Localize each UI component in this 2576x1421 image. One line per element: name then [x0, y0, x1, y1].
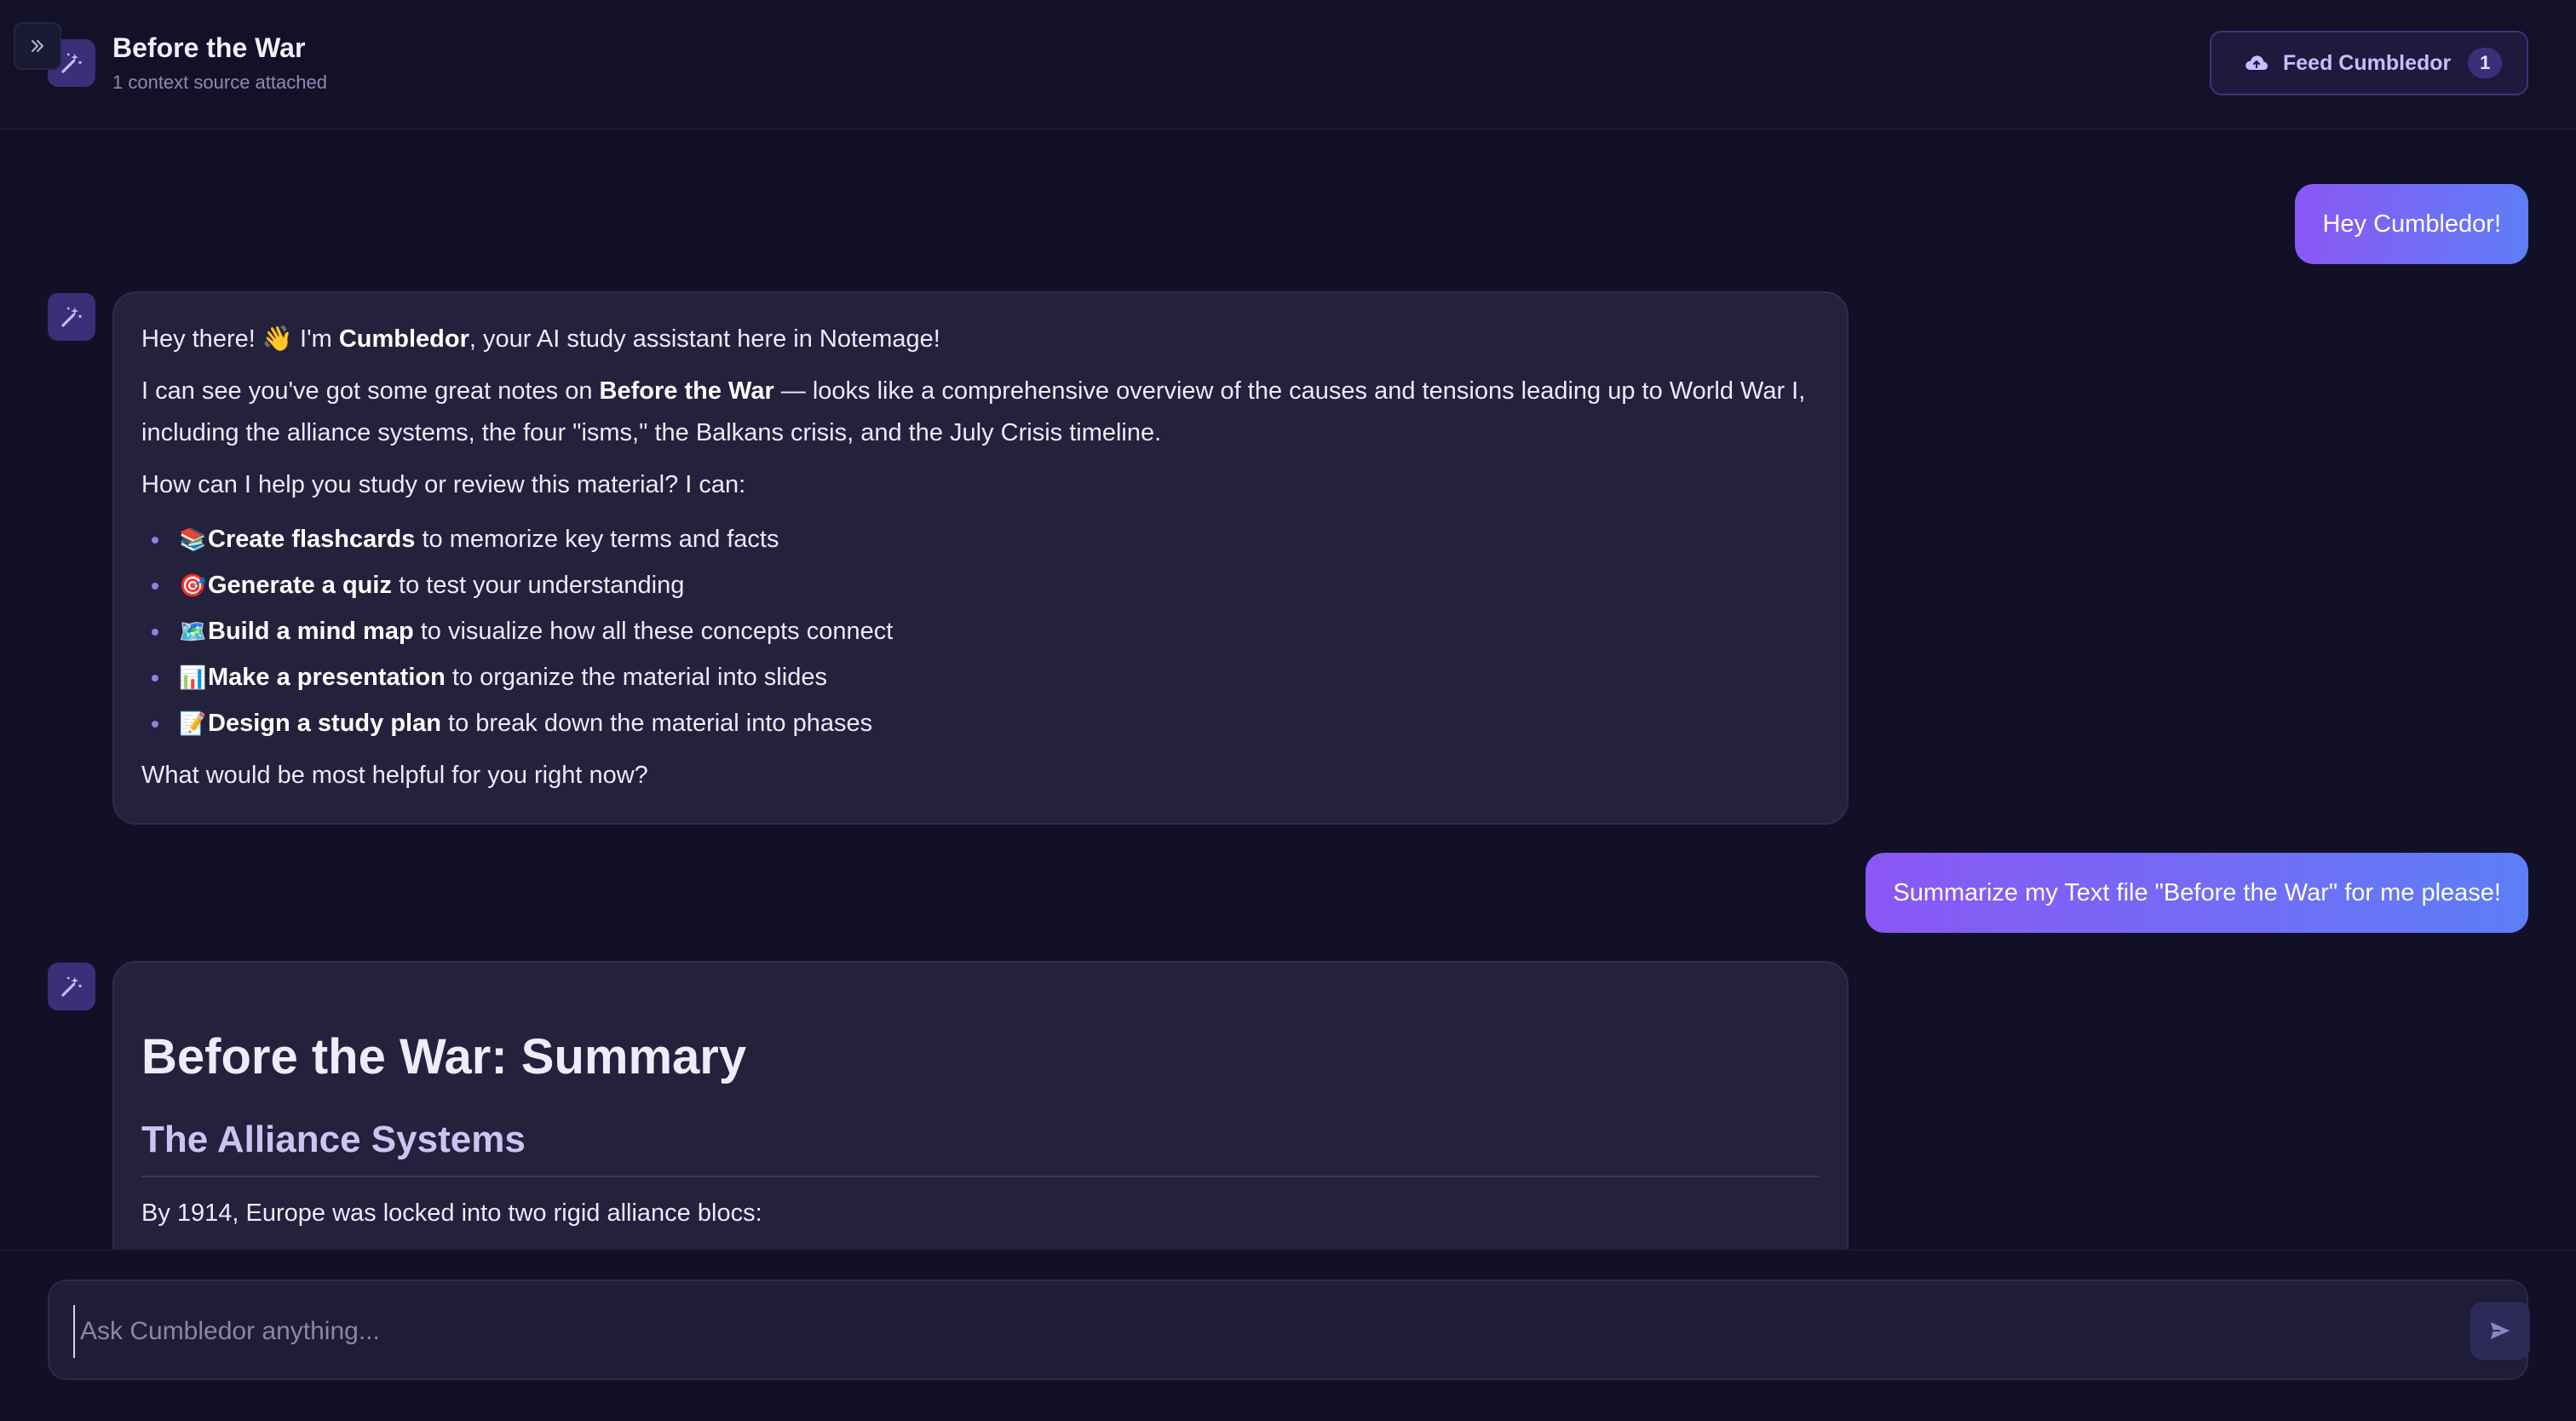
user-message: Summarize my Text file "Before the War" …: [1866, 853, 2528, 933]
list-item: 📝Design a study plan to break down the m…: [141, 700, 1820, 746]
send-button[interactable]: [2470, 1302, 2530, 1360]
closing-text: What would be most helpful for you right…: [141, 762, 648, 789]
double-chevron-right-icon: [32, 40, 43, 52]
magic-wand-icon: [61, 53, 82, 73]
send-icon: [2490, 1322, 2510, 1339]
feed-cumbledor-button[interactable]: Feed Cumbledor 1: [2210, 31, 2528, 95]
map-emoji: 🗺️: [179, 618, 207, 644]
page-title: Before the War: [112, 32, 306, 63]
message-input[interactable]: [73, 1305, 2441, 1358]
list-item: 📊Make a presentation to organize the mat…: [141, 654, 1820, 700]
message-composer: [48, 1280, 2530, 1380]
list-item: 🎯Generate a quiz to test your understand…: [141, 562, 1820, 608]
chat-thread[interactable]: Hey Cumbledor! Hey there! 👋 I'm Cumbledo…: [0, 129, 2576, 1249]
assistant-avatar: [48, 963, 95, 1010]
user-message: Hey Cumbledor!: [2295, 184, 2528, 264]
greeting-text: Hey there! 👋 I'm Cumbledor, your AI stud…: [141, 325, 940, 353]
sidebar-toggle-button[interactable]: [14, 22, 61, 70]
assistant-message: Before the War: Summary The Alliance Sys…: [112, 961, 1849, 1249]
offer-text: How can I help you study or review this …: [141, 471, 746, 498]
summary-paragraph: By 1914, Europe was locked into two rigi…: [141, 1200, 762, 1227]
context-source-count: 1 context source attached: [112, 72, 327, 93]
feed-count-badge: 1: [2468, 48, 2503, 78]
chat-header: Before the War 1 context source attached…: [0, 0, 2576, 129]
composer-area: [0, 1249, 2576, 1421]
magic-wand-icon: [61, 307, 82, 327]
options-list: 📚Create flashcards to memorize key terms…: [141, 516, 1820, 746]
list-item: 📚Create flashcards to memorize key terms…: [141, 516, 1820, 562]
chart-emoji: 📊: [179, 664, 207, 690]
section-heading: The Alliance Systems: [141, 1116, 1820, 1177]
wave-emoji: 👋: [262, 325, 293, 353]
assistant-message: Hey there! 👋 I'm Cumbledor, your AI stud…: [112, 291, 1849, 825]
cloud-upload-icon: [2244, 53, 2269, 73]
magic-wand-icon: [61, 976, 82, 997]
list-item: 🗺️Build a mind map to visualize how all …: [141, 608, 1820, 654]
target-emoji: 🎯: [179, 572, 207, 598]
feed-button-label: Feed Cumbledor: [2283, 50, 2452, 75]
summary-heading: Before the War: Summary: [141, 1029, 747, 1084]
assistant-avatar: [48, 293, 95, 341]
books-emoji: 📚: [179, 526, 207, 552]
memo-emoji: 📝: [179, 710, 207, 736]
context-text: I can see you've got some great notes on…: [141, 377, 1806, 446]
